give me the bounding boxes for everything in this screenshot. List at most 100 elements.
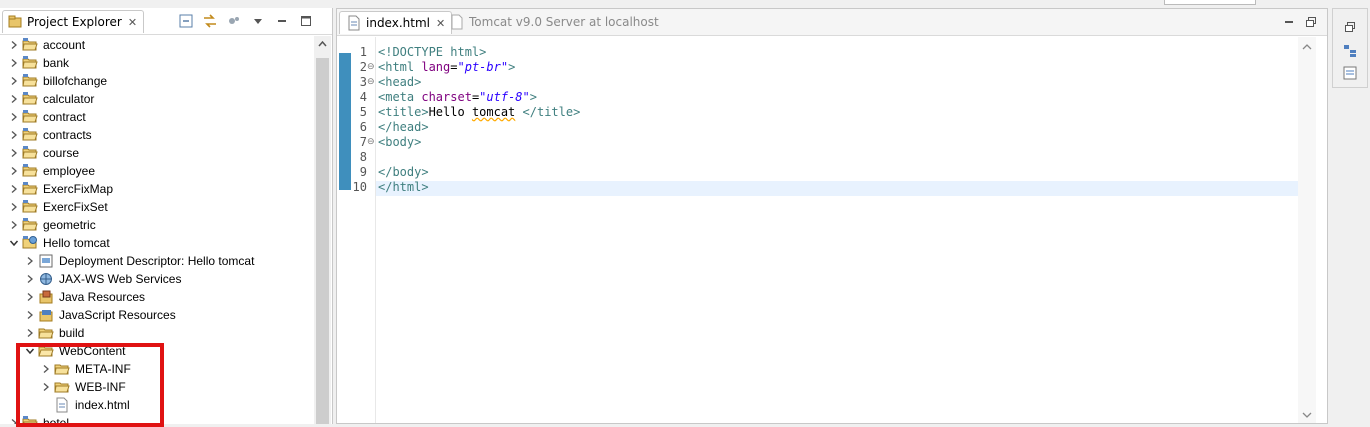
tree-item[interactable]: Java Resources (24, 288, 145, 306)
project-folder-icon (22, 217, 38, 233)
outline-icon[interactable] (1342, 43, 1358, 59)
line-number: 4 (359, 90, 367, 104)
tree-item-label: account (43, 38, 86, 52)
tree-item[interactable]: build (24, 324, 84, 342)
tree-item[interactable]: contract (8, 108, 86, 126)
tab-tomcat-server[interactable]: Tomcat v9.0 Server at localhost (443, 11, 665, 33)
chevron-right-icon[interactable] (8, 75, 20, 87)
tree-item[interactable]: Deployment Descriptor: Hello tomcat (24, 252, 254, 270)
chevron-right-icon[interactable] (24, 309, 36, 321)
chevron-right-icon[interactable] (24, 327, 36, 339)
editor-scrollbar[interactable] (1298, 37, 1316, 423)
minimize-icon[interactable] (274, 13, 290, 29)
tree-item[interactable]: employee (8, 162, 95, 180)
chevron-right-icon[interactable] (24, 255, 36, 267)
tree-item[interactable]: JAX-WS Web Services (24, 270, 181, 288)
tree-item-label: Hello tomcat (43, 236, 110, 250)
chevron-right-icon[interactable] (8, 201, 20, 213)
fold-toggle-icon[interactable]: ⊖ (367, 62, 375, 72)
project-explorer-icon (7, 14, 23, 30)
code-line[interactable]: <!DOCTYPE html> (378, 45, 486, 59)
code-token: Hello (428, 105, 472, 119)
close-icon[interactable]: ✕ (128, 16, 137, 29)
line-number: 3 (359, 75, 367, 89)
tree-item[interactable]: contracts (8, 126, 92, 144)
tree-item-label: JAX-WS Web Services (59, 272, 182, 286)
tree-item[interactable]: bank (8, 54, 69, 72)
code-token: <body> (378, 135, 422, 149)
tree-item[interactable]: ExercFixMap (8, 180, 113, 198)
code-token: tomcat (471, 105, 516, 119)
line-number: 6 (359, 120, 367, 134)
tree-item-label: ExercFixSet (43, 200, 108, 214)
project-folder-icon (22, 73, 38, 89)
chevron-right-icon[interactable] (8, 183, 20, 195)
restore-icon[interactable] (1303, 14, 1319, 30)
restore-icon[interactable] (1342, 19, 1358, 35)
chevron-right-icon[interactable] (8, 57, 20, 69)
web-project-icon (22, 235, 38, 251)
code-line[interactable]: <body> (378, 135, 421, 149)
code-token: "pt-br" (457, 60, 509, 74)
minimize-icon[interactable] (1281, 14, 1297, 30)
tree-item[interactable]: geometric (8, 216, 96, 234)
chevron-right-icon[interactable] (8, 111, 20, 123)
link-with-editor-icon[interactable] (202, 13, 218, 29)
chevron-right-icon[interactable] (8, 165, 20, 177)
code-line[interactable]: <head> (378, 75, 421, 89)
code-token: > (529, 90, 537, 104)
chevron-right-icon[interactable] (24, 273, 36, 285)
chevron-right-icon[interactable] (8, 93, 20, 105)
task-list-icon[interactable] (1342, 65, 1358, 81)
code-line[interactable]: <meta charset="utf-8"> (378, 90, 537, 104)
chevron-right-icon[interactable] (8, 147, 20, 159)
tree-item[interactable]: account (8, 36, 85, 54)
code-token: charset (421, 90, 472, 104)
tree-item-label: build (59, 326, 85, 340)
filter-icon[interactable] (226, 13, 242, 29)
tree-item[interactable]: JavaScript Resources (24, 306, 176, 324)
tree-item[interactable]: course (8, 144, 79, 162)
tree-item-label: contract (43, 110, 86, 124)
tree-item[interactable]: billofchange (8, 72, 107, 90)
project-folder-icon (22, 91, 38, 107)
code-area[interactable]: 1 <!DOCTYPE html> 2 ⊖ <html lang="pt-br"> 3 ⊖ <… (337, 37, 1327, 423)
chevron-right-icon[interactable] (8, 129, 20, 141)
code-line[interactable]: </head> (378, 120, 429, 134)
red-highlight-box (16, 343, 164, 427)
chevron-right-icon[interactable] (8, 39, 20, 51)
code-line[interactable]: </html> (378, 180, 429, 194)
fold-toggle-icon[interactable]: ⊖ (367, 77, 375, 87)
chevron-down-icon[interactable] (8, 237, 20, 249)
line-number: 8 (359, 150, 367, 164)
tree-item[interactable]: calculator (8, 90, 94, 108)
tree-item[interactable]: Hello tomcat (8, 234, 110, 252)
tab-index-html[interactable]: index.html ✕ (339, 11, 453, 34)
fold-toggle-icon[interactable]: ⊖ (367, 137, 375, 147)
code-line[interactable]: <title>Hello tomcat </title> (378, 105, 580, 119)
explorer-scrollbar-thumb[interactable] (316, 58, 329, 424)
chevron-right-icon[interactable] (24, 291, 36, 303)
line-number: 10 (352, 180, 367, 194)
code-token: "utf-8" (479, 90, 530, 104)
maximize-icon[interactable] (298, 13, 314, 29)
code-line[interactable]: </body> (378, 165, 429, 179)
code-token: <!DOCTYPE html> (378, 45, 487, 59)
collapse-all-icon[interactable] (178, 13, 194, 29)
tree-item-label: JavaScript Resources (59, 308, 176, 322)
project-folder-icon (22, 37, 38, 53)
chevron-right-icon[interactable] (8, 219, 20, 231)
line-number: 2 (359, 60, 367, 74)
html-file-icon (346, 15, 362, 31)
view-menu-icon[interactable] (250, 13, 266, 29)
explorer-title: Project Explorer (27, 15, 122, 29)
code-line[interactable]: <html lang="pt-br"> (378, 60, 515, 74)
tab-label: index.html (366, 16, 430, 30)
code-token: </head> (378, 120, 429, 134)
toolbar-edge (1164, 0, 1256, 5)
tree-item-label: bank (43, 56, 70, 70)
code-token: <title> (378, 105, 429, 119)
tree-item[interactable]: ExercFixSet (8, 198, 108, 216)
tab-project-explorer[interactable]: Project Explorer ✕ (2, 10, 145, 33)
